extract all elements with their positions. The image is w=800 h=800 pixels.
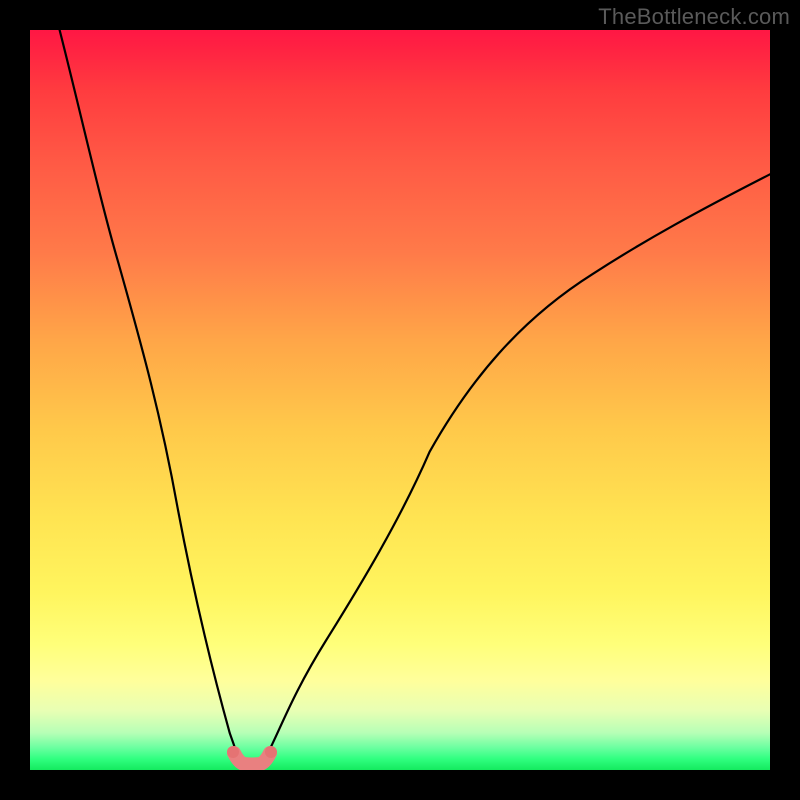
trough-marker-dot-right xyxy=(265,746,277,758)
trough-marker xyxy=(234,753,270,765)
chart-plot-area xyxy=(30,30,770,770)
curve-right-branch xyxy=(267,174,770,755)
chart-svg xyxy=(30,30,770,770)
trough-marker-dot-left xyxy=(227,746,239,758)
outer-frame: TheBottleneck.com xyxy=(0,0,800,800)
watermark-text: TheBottleneck.com xyxy=(598,4,790,30)
curve-left-branch xyxy=(60,30,238,755)
